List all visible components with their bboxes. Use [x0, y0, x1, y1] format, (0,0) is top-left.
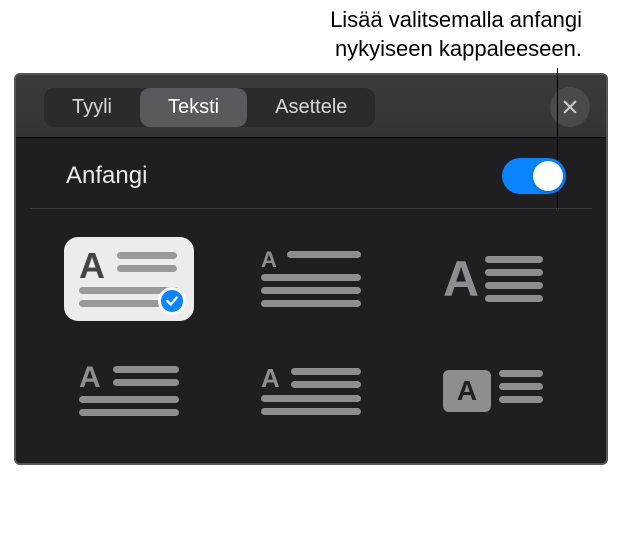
tab-layout[interactable]: Asettele: [247, 88, 375, 127]
tab-bar: Tyyli Teksti Asettele: [16, 75, 606, 138]
dropcap-style-2[interactable]: A: [246, 237, 376, 321]
dropcap-thumb-3: A: [443, 250, 543, 308]
tab-text[interactable]: Teksti: [140, 88, 247, 127]
dropcap-thumb-2: A: [261, 245, 361, 314]
tab-style[interactable]: Tyyli: [44, 88, 140, 127]
dropcap-toggle[interactable]: [502, 158, 566, 194]
dropcap-style-6[interactable]: A: [428, 349, 558, 433]
close-icon: [561, 98, 579, 116]
dropcap-thumb-4: A: [79, 360, 179, 422]
callout-text-line-2: nykyiseen kappaleeseen.: [0, 35, 582, 64]
close-button[interactable]: [550, 87, 590, 127]
letter-icon: A: [443, 259, 477, 299]
letter-icon: A: [79, 252, 109, 281]
dropcap-style-grid: A: [16, 209, 606, 443]
letter-icon: A: [79, 366, 105, 390]
callout-text-line-1: Lisää valitsemalla anfangi: [0, 6, 582, 35]
dropcap-style-3[interactable]: A: [428, 237, 558, 321]
dropcap-style-5[interactable]: A: [246, 349, 376, 433]
letter-icon: A: [261, 251, 279, 269]
dropcap-style-1[interactable]: A: [64, 237, 194, 321]
boxed-letter-icon: A: [443, 370, 491, 412]
dropcap-row: Anfangi: [30, 138, 592, 209]
callout-caption: Lisää valitsemalla anfangi nykyiseen kap…: [0, 0, 622, 73]
panel-content: Anfangi A: [16, 138, 606, 463]
letter-icon: A: [261, 368, 283, 389]
dropcap-thumb-6: A: [443, 364, 543, 418]
dropcap-label: Anfangi: [66, 162, 147, 190]
dropcap-style-4[interactable]: A: [64, 349, 194, 433]
selected-badge: [158, 287, 186, 315]
format-panel: Tyyli Teksti Asettele Anfangi A: [14, 73, 608, 465]
dropcap-thumb-5: A: [261, 362, 361, 421]
switch-knob: [533, 161, 563, 191]
segmented-control: Tyyli Teksti Asettele: [44, 88, 375, 127]
check-icon: [165, 294, 179, 308]
